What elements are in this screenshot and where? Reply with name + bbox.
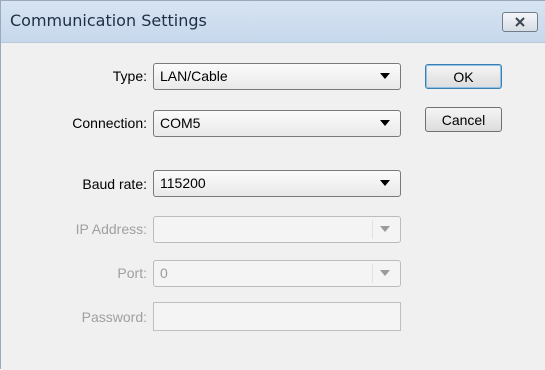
dialog-window: Communication Settings Type: LAN/Cable C… bbox=[0, 0, 545, 370]
baud-rate-value: 115200 bbox=[160, 175, 206, 191]
ip-address-label: IP Address: bbox=[75, 221, 147, 237]
chevron-down-icon bbox=[380, 180, 390, 186]
chevron-down-icon bbox=[380, 270, 390, 276]
close-x-icon bbox=[514, 17, 526, 27]
port-value: 0 bbox=[160, 265, 168, 281]
type-label: Type: bbox=[112, 68, 147, 84]
chevron-down-icon bbox=[380, 73, 390, 79]
ok-button[interactable]: OK bbox=[425, 64, 502, 89]
dropdown-separator bbox=[372, 220, 373, 239]
cancel-button[interactable]: Cancel bbox=[425, 107, 502, 132]
baud-rate-dropdown[interactable]: 115200 bbox=[153, 170, 401, 197]
ip-address-dropdown bbox=[153, 216, 401, 243]
title-bar[interactable]: Communication Settings bbox=[1, 1, 545, 43]
dropdown-separator bbox=[372, 264, 373, 283]
connection-dropdown[interactable]: COM5 bbox=[153, 110, 401, 137]
baud-rate-label: Baud rate: bbox=[82, 176, 147, 192]
password-field bbox=[153, 302, 401, 331]
type-dropdown[interactable]: LAN/Cable bbox=[153, 63, 401, 90]
chevron-down-icon bbox=[380, 226, 390, 232]
port-dropdown: 0 bbox=[153, 260, 401, 287]
connection-value: COM5 bbox=[160, 115, 201, 131]
type-value: LAN/Cable bbox=[160, 68, 228, 84]
port-label: Port: bbox=[117, 265, 147, 281]
password-label: Password: bbox=[81, 309, 147, 325]
connection-label: Connection: bbox=[72, 115, 147, 131]
dialog-content: Type: LAN/Cable Connection: COM5 Baud ra… bbox=[1, 43, 545, 370]
chevron-down-icon bbox=[380, 120, 390, 126]
window-title: Communication Settings bbox=[10, 11, 207, 30]
close-button[interactable] bbox=[502, 12, 538, 32]
